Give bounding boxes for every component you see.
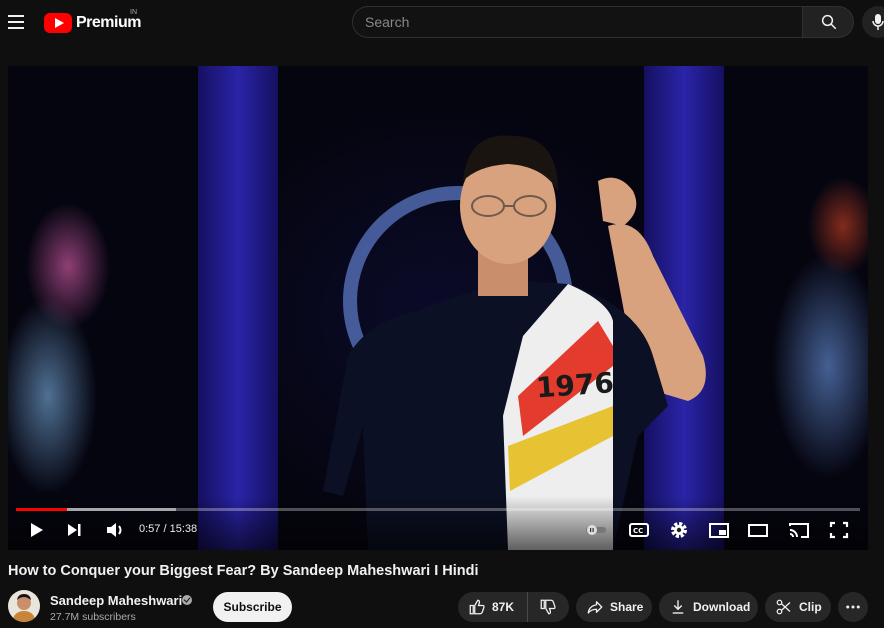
svg-text:CC: CC (633, 527, 643, 535)
time-display: 0:57 / 15:38 (139, 523, 197, 535)
logo-region-code: IN (130, 9, 137, 16)
volume-icon[interactable] (104, 518, 126, 542)
video-title: How to Conquer your Biggest Fear? By San… (8, 563, 479, 579)
autoplay-toggle-icon[interactable] (584, 518, 608, 542)
dislike-button[interactable] (528, 592, 568, 622)
time-separator: / (163, 523, 167, 535)
progress-bar[interactable] (16, 508, 860, 511)
share-arrow-icon (587, 601, 603, 614)
microphone-icon (872, 14, 884, 30)
download-button[interactable]: Download (659, 592, 758, 622)
video-player[interactable]: 1976 0:57 / 15:38 CC (8, 66, 868, 550)
voice-search-button[interactable] (862, 6, 884, 38)
channel-name[interactable]: Sandeep Maheshwari (50, 593, 182, 608)
logo-text: Premium (76, 14, 141, 31)
youtube-premium-logo[interactable]: Premium IN (44, 9, 141, 34)
search-button[interactable] (802, 6, 854, 38)
duration: 15:38 (169, 523, 198, 535)
progress-played (16, 508, 68, 511)
player-controls: 0:57 / 15:38 CC (8, 496, 868, 550)
settings-gear-icon[interactable] (668, 518, 690, 542)
subscribe-button[interactable]: Subscribe (213, 592, 292, 622)
like-button[interactable]: 87K (458, 592, 528, 622)
stage-pillar-left (198, 66, 278, 550)
theater-mode-icon[interactable] (747, 518, 769, 542)
more-horizontal-icon (846, 605, 860, 609)
like-dislike-group: 87K (458, 592, 569, 622)
clip-button[interactable]: Clip (765, 592, 831, 622)
miniplayer-icon[interactable] (708, 518, 730, 542)
play-icon[interactable] (26, 518, 46, 542)
cast-icon[interactable] (787, 518, 811, 542)
presenter-figure: 1976 (323, 135, 706, 550)
channel-avatar[interactable] (8, 590, 40, 622)
search-input[interactable] (353, 7, 797, 37)
next-video-icon[interactable] (64, 518, 84, 542)
youtube-play-logo-icon (44, 13, 72, 33)
search-icon (821, 14, 837, 30)
current-time: 0:57 (139, 523, 161, 535)
fullscreen-icon[interactable] (828, 518, 850, 542)
subscriber-count: 27.7M subscribers (50, 611, 136, 623)
share-button[interactable]: Share (576, 592, 652, 622)
download-label: Download (693, 600, 751, 614)
download-icon (672, 600, 684, 614)
clip-label: Clip (799, 600, 822, 614)
search-box (352, 6, 802, 38)
verified-badge-icon (182, 595, 192, 605)
avatar-image (8, 590, 40, 622)
captions-icon[interactable]: CC (628, 518, 650, 542)
thumbs-up-icon (469, 599, 485, 615)
top-bar: Premium IN (0, 0, 884, 46)
shirt-number: 1976 (535, 366, 615, 404)
like-count: 87K (492, 600, 515, 614)
thumbs-down-icon (540, 599, 556, 615)
hamburger-menu-icon[interactable] (6, 12, 26, 32)
scissors-icon (776, 599, 791, 615)
more-actions-button[interactable] (838, 592, 868, 622)
share-label: Share (610, 600, 644, 614)
